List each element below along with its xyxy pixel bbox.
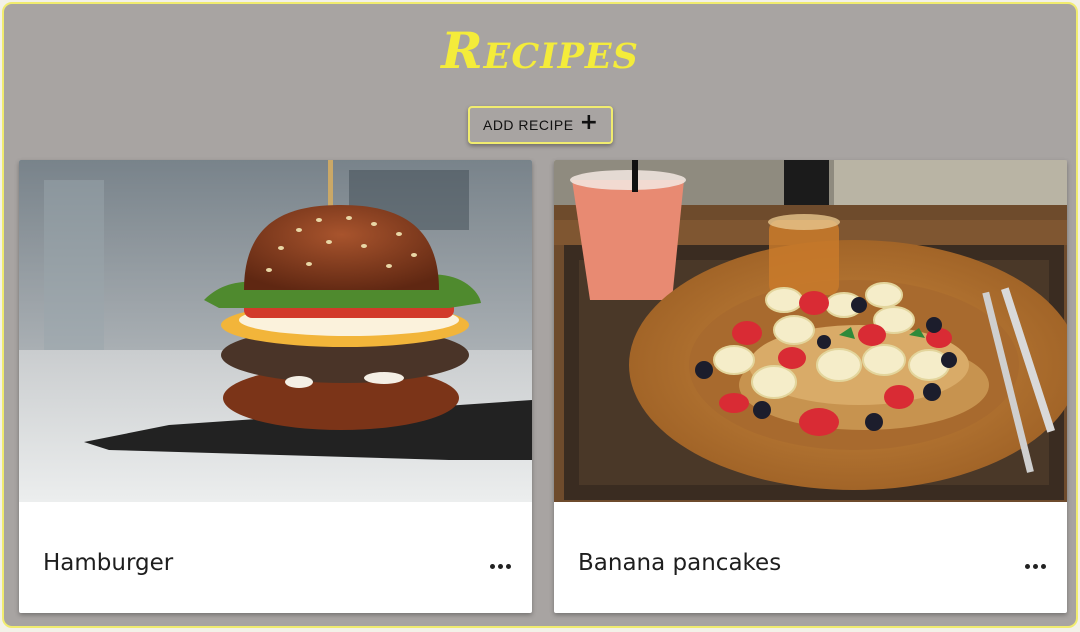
recipe-name: Banana pancakes: [578, 550, 782, 576]
recipe-image-banana-pancakes: [554, 160, 1067, 502]
add-recipe-button[interactable]: ADD RECIPE +: [468, 106, 613, 144]
banana-pancakes-photo: [554, 160, 1067, 502]
more-horizontal-icon[interactable]: [1021, 554, 1049, 578]
recipe-card-hamburger[interactable]: Hamburger: [19, 160, 532, 613]
plus-icon: +: [579, 110, 598, 135]
recipe-card-banana-pancakes[interactable]: Banana pancakes: [554, 160, 1067, 613]
recipe-image-hamburger: [19, 160, 532, 502]
hamburger-photo: [19, 160, 532, 502]
recipe-name: Hamburger: [43, 550, 174, 576]
recipes-app: Recipes ADD RECIPE + Hamburger Banana pa…: [2, 2, 1078, 628]
page-title: Recipes: [441, 21, 639, 80]
add-recipe-label: ADD RECIPE: [482, 117, 574, 133]
more-horizontal-icon[interactable]: [486, 554, 514, 578]
